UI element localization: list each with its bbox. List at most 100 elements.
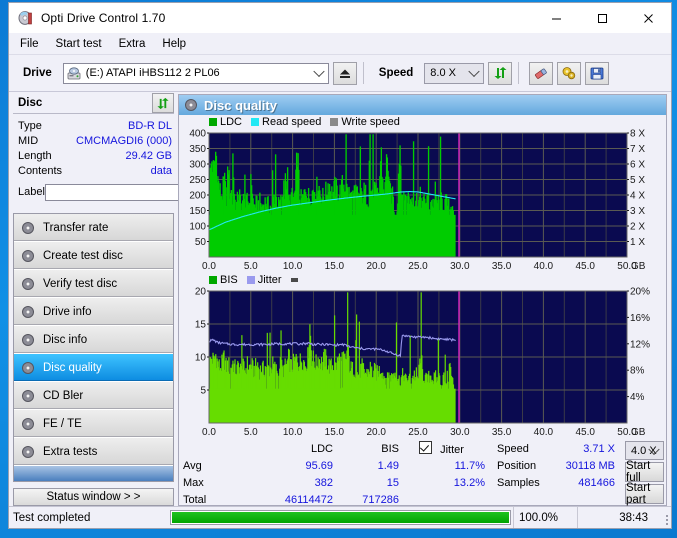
disc-label-label: Label [18,186,45,198]
stats-col-meta-labels: Speed Position Samples [485,441,553,509]
application-window: Opti Drive Control 1.70 File Start test … [8,2,672,529]
sidebar-item-create-test-disc[interactable]: Create test disc [14,242,173,270]
progress-fill [172,512,509,523]
sidebar-item-transfer-rate[interactable]: Transfer rate [14,214,173,242]
navigation-list: Transfer rate Create test disc Verify te… [13,213,174,482]
status-message: Test completed [13,511,91,524]
sidebar-item-cd-bler[interactable]: CD Bler [14,382,173,410]
drive-select[interactable]: (E:) ATAPI iHBS112 2 PL06 [62,62,329,84]
start-part-button[interactable]: Start part [625,482,664,506]
disc-label-row: Label [18,181,246,203]
app-disc-icon [18,10,34,26]
disc-bler-icon [22,389,34,402]
menu-item-help[interactable]: Help [162,38,186,50]
stats-col-jitter: Jitter 11.7% 13.2% [399,441,485,509]
svg-text:1 X: 1 X [630,237,645,248]
disc-refresh-button[interactable] [152,93,174,113]
disc-transfer-icon [22,221,34,234]
start-full-button[interactable]: Start full [625,460,664,484]
legend-swatch-write-speed [330,117,339,126]
legend-label-bis: BIS [220,273,238,286]
progress-percent: 100.0% [513,507,577,528]
svg-text:20.0: 20.0 [366,261,386,272]
svg-text:8%: 8% [630,366,645,377]
jitter-checkbox[interactable] [419,441,432,454]
jitter-label: Jitter [440,444,464,456]
minimize-button[interactable] [533,3,579,33]
disc-info-list: Type BD-R DL MID CMCMAGDI6 (000) Length … [13,114,246,205]
disc-mid-label: MID [18,134,39,147]
sidebar-item-disc-info[interactable]: Disc info [14,326,173,354]
legend-label-jitter: Jitter [257,273,282,286]
legend-swatch-read-speed [251,117,260,126]
stats-col-ldc: LDC 95.69 382 46114472 [225,441,333,509]
status-window-button[interactable]: Status window > > [13,488,174,506]
disc-info-icon [22,333,34,346]
svg-text:7 X: 7 X [630,144,645,155]
ldc-chart[interactable]: 50 100 150 200 250 300 350 400 1 X 2 X 3 X 4 X 5 X 6 … [179,128,666,273]
resize-grip[interactable] [655,507,671,528]
speed-value: 8.0 X [430,67,456,79]
title-bar: Opti Drive Control 1.70 [9,3,671,33]
close-button[interactable] [625,3,671,33]
svg-text:15.0: 15.0 [325,427,345,438]
menu-item-start-test[interactable]: Start test [56,38,102,50]
svg-text:10.0: 10.0 [283,261,303,272]
legend-label-read-speed: Read speed [262,115,322,128]
sidebar-item-verify-test-disc[interactable]: Verify test disc [14,270,173,298]
progress-track [170,510,511,525]
sidebar-item-extra-tests[interactable]: Extra tests [14,438,173,466]
panel-header: Disc quality [179,95,666,115]
svg-text:5 X: 5 X [630,175,645,186]
stats-bis-avg: 1.49 [377,460,399,472]
ldc-chart-canvas[interactable]: 50 100 150 200 250 300 350 400 1 X 2 X 3 X 4 X 5 X 6 … [179,128,663,273]
menu-item-file[interactable]: File [20,38,39,50]
svg-text:12%: 12% [630,339,650,350]
drive-label: Drive [23,67,52,79]
speed-stat-value: 3.71 X [583,443,615,455]
legend-swatch-bis [209,275,217,284]
jitter-header: Jitter [409,441,485,458]
svg-text:4 X: 4 X [630,191,645,202]
sidebar-label: Create test disc [43,249,123,262]
speed-select[interactable]: 8.0 X [424,62,485,84]
svg-text:350: 350 [189,144,206,155]
erase-button[interactable] [529,61,554,85]
speed-stat-label: Speed [497,443,529,455]
menu-item-extra[interactable]: Extra [119,38,146,50]
svg-text:5.0: 5.0 [244,261,258,272]
svg-text:20%: 20% [630,287,650,298]
svg-text:3 X: 3 X [630,206,645,217]
bis-jitter-chart-canvas[interactable]: 5 10 15 20 4% 8% 12% 16% 20% 0.0 5.0 10.0 15.0 20.0 25… [179,286,663,439]
eject-button[interactable] [332,61,357,85]
samples-stat-label: Samples [497,477,540,489]
stats-header-ldc: LDC [310,443,333,455]
test-speed-select[interactable]: 4.0 X [625,441,664,460]
maximize-button[interactable] [579,3,625,33]
save-button[interactable] [585,61,610,85]
svg-text:10.0: 10.0 [283,427,303,438]
svg-text:35.0: 35.0 [492,261,512,272]
settings-gears-button[interactable] [557,61,582,85]
sidebar-item-fe-te[interactable]: FE / TE [14,410,173,438]
statistics-area: Avg Max Total LDC 95.69 382 46114472 BIS… [179,439,666,510]
stats-bis-max: 15 [386,477,399,489]
disc-contents-value: data [150,164,172,177]
disc-panel-header: Disc [13,93,174,114]
svg-text:5: 5 [200,386,206,397]
refresh-button[interactable] [488,61,513,85]
svg-text:20: 20 [195,287,207,298]
svg-text:10: 10 [195,353,207,364]
main-body: Disc Type BD-R DL MID CMCMAGDI6 (000) Le… [9,92,671,506]
sidebar-label: CD Bler [43,389,84,402]
svg-text:4%: 4% [630,392,645,403]
sidebar-item-disc-quality[interactable]: Disc quality [14,354,173,382]
bis-jitter-chart[interactable]: 5 10 15 20 4% 8% 12% 16% 20% 0.0 5.0 10.0 15.0 20.0 25… [179,286,666,439]
drive-toolbar: Drive (E:) ATAPI iHBS112 2 PL06 Speed 8.… [9,55,671,92]
disc-length-value: 29.42 GB [125,149,172,162]
sidebar-item-drive-info[interactable]: Drive info [14,298,173,326]
position-stat-label: Position [497,460,537,472]
svg-text:200: 200 [189,191,206,202]
legend-swatch-jitter [246,275,255,284]
stats-header-bis: BIS [381,443,399,455]
